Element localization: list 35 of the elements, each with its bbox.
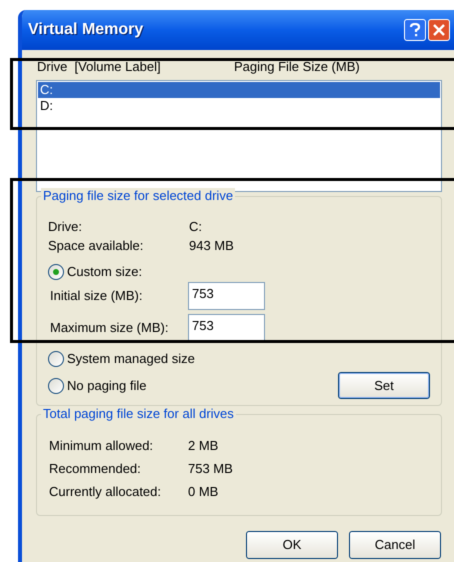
question-mark-icon [409,23,421,37]
field-label: Drive: [48,219,83,235]
field-value: 0 MB [188,483,218,500]
field-label: Maximum size (MB): [49,319,170,338]
close-button[interactable] [428,19,450,41]
field-label: Currently allocated: [49,483,162,500]
dialog-button[interactable]: OK [246,531,338,559]
field-value: C: [189,219,202,235]
field-label: Minimum allowed: [49,437,154,454]
set-button[interactable]: Set [338,372,430,399]
field-label: Recommended: [49,460,142,477]
radio-button[interactable] [48,378,64,394]
field-value: 753 MB [188,460,233,477]
list-item[interactable]: D: [38,98,440,114]
field-value: 2 MB [188,437,218,454]
radio-option[interactable]: System managed size [48,350,195,367]
field-label: Initial size (MB): [49,287,144,306]
group-title: Total paging file size for all drives [41,406,236,422]
input-field[interactable]: 753 [188,282,265,310]
field-value: 943 MB [189,238,234,254]
column-header: Paging File Size (MB) [234,58,360,76]
radio-button[interactable] [48,350,64,366]
dialog-button[interactable]: Cancel [349,531,441,559]
list-item[interactable]: C: [38,82,440,98]
close-icon [433,24,445,36]
group-title: Paging file size for selected drive [41,188,236,204]
input-field[interactable]: 753 [188,314,265,342]
field-label: Space available: [48,238,144,254]
help-button[interactable] [404,19,426,41]
radio-option[interactable]: Custom size: [48,263,142,280]
radio-option[interactable]: No paging file [48,377,146,394]
column-header: Drive [Volume Label] [37,58,162,76]
window-title: Virtual Memory [28,20,144,40]
drive-list[interactable]: C: D: [36,80,442,192]
radio-button[interactable] [48,264,64,280]
